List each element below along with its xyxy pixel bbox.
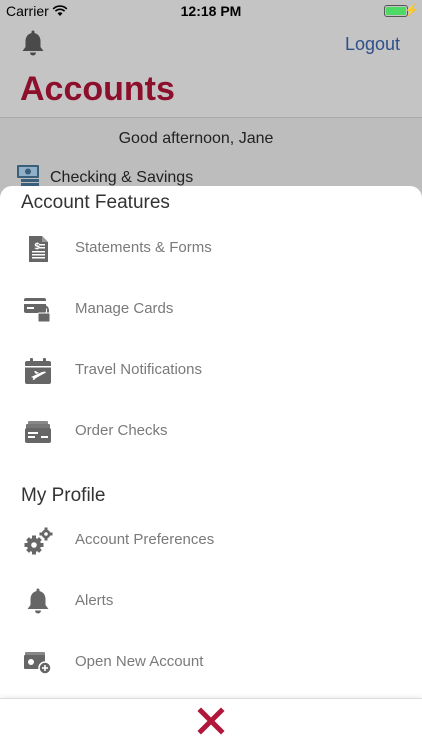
page-title: Accounts [20, 70, 175, 108]
menu-item-statements-forms[interactable]: $ Statements & Forms [0, 224, 422, 274]
account-menu-sheet: Account Features $ Statements & Forms Ma… [0, 186, 422, 698]
gears-icon [22, 525, 54, 557]
menu-item-label: Open New Account [75, 653, 204, 670]
menu-item-travel-notifications[interactable]: Travel Notifications [0, 346, 422, 396]
account-group-label: Checking & Savings [50, 168, 194, 186]
checks-stack-icon [22, 416, 54, 448]
status-time: 12:18 PM [180, 3, 242, 19]
menu-item-manage-cards[interactable]: Manage Cards [0, 285, 422, 335]
status-bar: Carrier 12:18 PM ⚡ [0, 0, 422, 22]
calendar-plane-icon [22, 355, 54, 387]
accounts-header: Logout Accounts [0, 22, 422, 118]
bell-icon [22, 586, 54, 618]
my-profile-heading: My Profile [21, 485, 106, 506]
menu-item-label: Manage Cards [75, 300, 174, 317]
menu-item-label: Account Preferences [75, 531, 215, 548]
account-features-heading: Account Features [21, 192, 170, 213]
sheet-footer [0, 698, 422, 750]
card-plus-icon [22, 647, 54, 679]
menu-item-label: Order Checks [75, 422, 168, 439]
menu-item-order-checks[interactable]: Order Checks [0, 407, 422, 457]
charging-icon: ⚡ [404, 3, 419, 17]
menu-item-open-new-account[interactable]: Open New Account [0, 638, 422, 688]
menu-item-label: Statements & Forms [75, 239, 212, 256]
close-icon[interactable] [196, 706, 226, 736]
statement-document-icon: $ [22, 233, 54, 265]
card-lock-icon [22, 294, 54, 326]
logout-button[interactable]: Logout [345, 34, 400, 55]
menu-item-alerts[interactable]: Alerts [0, 577, 422, 627]
greeting-text: Good afternoon, Jane [118, 130, 274, 147]
menu-item-label: Travel Notifications [75, 361, 202, 378]
menu-item-account-preferences[interactable]: Account Preferences [0, 516, 422, 566]
menu-item-label: Alerts [75, 592, 114, 609]
notifications-bell-icon[interactable] [20, 30, 46, 63]
